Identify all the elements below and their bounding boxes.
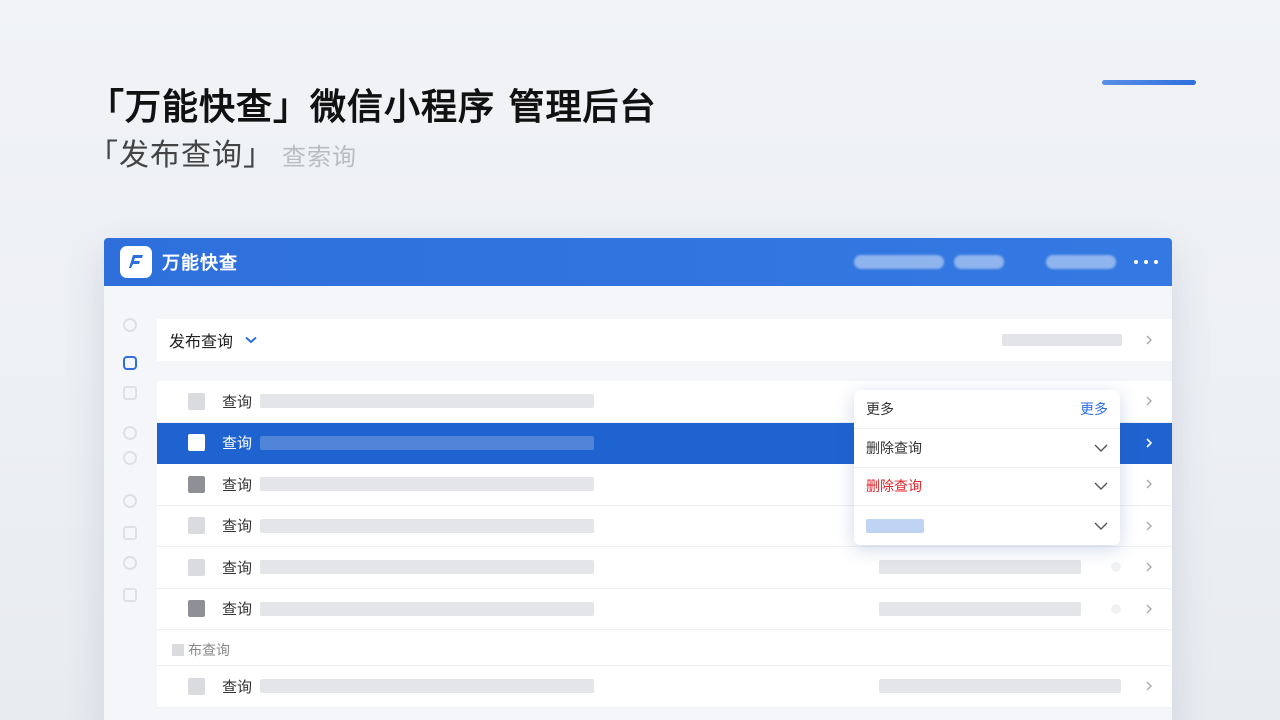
row-checkbox[interactable] [188, 517, 205, 535]
row-label: 查询 [222, 600, 253, 619]
chevron-right-icon[interactable] [1144, 521, 1154, 531]
row-content-placeholder [260, 518, 594, 533]
page-subtitle-faded: 查索询 [282, 143, 357, 171]
dropdown-item-more[interactable]: 更多 更多 [854, 390, 1120, 429]
section-icon [172, 644, 184, 656]
row-label: 查询 [222, 558, 253, 577]
row-content-placeholder [260, 435, 594, 450]
row-content-placeholder [260, 394, 594, 409]
header-blur-item[interactable] [854, 255, 944, 269]
row-label: 查询 [222, 475, 253, 494]
row-meta-placeholder [879, 679, 1121, 694]
row-content-placeholder [260, 560, 594, 575]
row-checkbox[interactable] [188, 677, 205, 695]
row-content-placeholder [260, 679, 594, 694]
row-label: 查询 [222, 517, 253, 536]
chevron-down-icon[interactable] [1094, 443, 1108, 453]
row-checkbox[interactable] [188, 434, 205, 452]
header-blur-item[interactable] [954, 255, 1004, 269]
actions-dropdown: 更多 更多 删除查询 删除查询 [854, 390, 1120, 545]
row-content-placeholder [260, 601, 594, 616]
chevron-right-icon[interactable] [1144, 681, 1154, 691]
dropdown-item-label: 删除查询 [866, 440, 922, 457]
chevron-right-icon[interactable] [1144, 479, 1154, 489]
dropdown-item-label: 删除查询 [866, 479, 922, 496]
page-title: 「万能快查」微信小程序 管理后台 [88, 87, 657, 128]
rail-user-icon[interactable] [123, 494, 137, 508]
chevron-right-icon[interactable] [1144, 438, 1154, 448]
chevron-right-icon[interactable] [1144, 562, 1154, 572]
chevron-down-icon[interactable] [1094, 481, 1108, 491]
chevron-down-icon[interactable] [1094, 521, 1108, 531]
chevron-right-icon[interactable] [1144, 335, 1154, 345]
selector-value-placeholder [1002, 334, 1122, 346]
page-subtitle: 「发布查询」 查索询 [88, 130, 357, 174]
row-status-dot [1111, 603, 1121, 614]
row-checkbox[interactable] [188, 600, 205, 618]
chevron-right-icon[interactable] [1144, 396, 1154, 406]
accent-bar [1102, 80, 1196, 85]
row-checkbox[interactable] [188, 392, 205, 410]
app-header: 万能快查 [104, 238, 1172, 286]
query-row[interactable]: 查询 [157, 666, 1172, 708]
row-meta-placeholder [879, 560, 1081, 575]
dropdown-item-delete-danger[interactable]: 删除查询 [854, 468, 1120, 507]
rail-settings-icon[interactable] [123, 588, 137, 602]
rail-refresh-icon[interactable] [123, 426, 137, 440]
page-subtitle-main: 「发布查询」 [88, 138, 274, 173]
row-status-dot [1111, 562, 1121, 573]
rail-message-icon[interactable] [123, 556, 137, 570]
row-label: 查询 [222, 677, 253, 696]
row-checkbox[interactable] [188, 558, 205, 576]
rail-grid-icon[interactable] [123, 386, 137, 400]
row-label: 查询 [222, 434, 253, 453]
dropdown-item-custom[interactable] [854, 506, 1120, 545]
rail-history-icon[interactable] [123, 451, 137, 465]
rail-file-icon[interactable] [123, 526, 137, 540]
rail-query-icon[interactable] [123, 356, 137, 370]
rail-home-icon[interactable] [123, 318, 137, 332]
dropdown-item-label: 更多 [866, 401, 894, 418]
header-blur-item[interactable] [1046, 255, 1116, 269]
more-icon[interactable] [1134, 252, 1158, 272]
query-row[interactable]: 查询 [157, 547, 1172, 589]
chevron-down-icon[interactable] [245, 336, 257, 344]
selector-label: 发布查询 [169, 332, 234, 351]
chevron-right-icon[interactable] [1144, 604, 1154, 614]
section-header: 布查询 [157, 630, 1172, 666]
left-rail [104, 286, 156, 720]
dropdown-item-delete[interactable]: 删除查询 [854, 429, 1120, 468]
app-name: 万能快查 [162, 253, 238, 274]
row-content-placeholder [260, 477, 594, 492]
query-row[interactable]: 查询 [157, 588, 1172, 630]
row-label: 查询 [222, 392, 253, 411]
row-checkbox[interactable] [188, 475, 205, 493]
more-link[interactable]: 更多 [1080, 399, 1108, 419]
dropdown-item-placeholder [866, 518, 924, 533]
section-label: 布查询 [188, 643, 230, 659]
publish-selector[interactable]: 发布查询 [157, 319, 1172, 361]
app-logo-icon [120, 246, 152, 278]
row-meta-placeholder [879, 601, 1081, 616]
